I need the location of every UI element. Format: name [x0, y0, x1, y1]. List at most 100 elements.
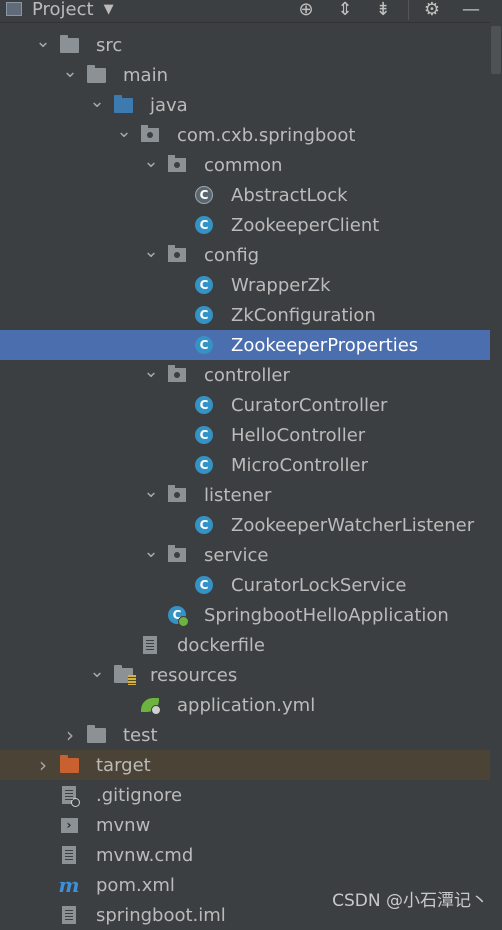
class-icon: C — [194, 275, 214, 295]
tree-item-label: com.cxb.springboot — [177, 124, 356, 146]
chevron-down-icon[interactable]: ⌄ — [89, 661, 104, 682]
tree-item-springboothelloapplication[interactable]: C SpringbootHelloApplication — [0, 600, 490, 630]
tree-item-config[interactable]: ⌄ config — [0, 240, 490, 270]
tree-item-label: java — [150, 94, 188, 116]
tree-item-wrapperzk[interactable]: C WrapperZk — [0, 270, 490, 300]
shell-script-icon: › — [59, 815, 79, 835]
tree-item-label: AbstractLock — [231, 184, 348, 206]
project-view-title: Project — [32, 0, 94, 20]
tree-item-hellocontroller[interactable]: C HelloController — [0, 420, 490, 450]
tree-item-label: ZookeeperProperties — [231, 334, 419, 356]
tree-item-label: config — [204, 244, 260, 266]
tree-item-main[interactable]: ⌄ main — [0, 60, 490, 90]
tree-item-label: CuratorController — [231, 394, 388, 416]
chevron-down-icon[interactable]: ⌄ — [143, 151, 158, 172]
collapse-all-icon[interactable]: ⇟ — [371, 0, 395, 21]
minimize-icon[interactable]: — — [459, 0, 483, 21]
resources-folder-icon — [113, 664, 136, 685]
package-icon — [167, 365, 187, 385]
gear-icon[interactable]: ⚙ — [420, 0, 444, 21]
chevron-down-icon[interactable]: ⌄ — [62, 61, 77, 82]
source-folder-icon — [113, 94, 133, 115]
tree-item-mvnw[interactable]: › mvnw — [0, 810, 490, 840]
class-icon: C — [194, 395, 214, 415]
class-icon: C — [194, 335, 214, 355]
tree-item-zookeeperclient[interactable]: C ZookeeperClient — [0, 210, 490, 240]
package-icon — [167, 245, 187, 265]
tree-item-microcontroller[interactable]: C MicroController — [0, 450, 490, 480]
chevron-down-icon[interactable]: ⌄ — [143, 361, 158, 382]
tree-item-resources[interactable]: ⌄ resources — [0, 660, 490, 690]
tree-item-label: common — [204, 154, 283, 176]
chevron-down-icon[interactable]: ⌄ — [89, 91, 104, 112]
chevron-down-icon[interactable]: ⌄ — [35, 31, 50, 52]
text-file-icon — [140, 635, 160, 655]
tree-item-application-yml[interactable]: application.yml — [0, 690, 490, 720]
tree-item-label: SpringbootHelloApplication — [204, 604, 449, 626]
chevron-down-icon[interactable]: ⌄ — [143, 541, 158, 562]
tree-item-label: HelloController — [231, 424, 366, 446]
abstract-class-icon: C — [194, 185, 214, 205]
chevron-right-icon[interactable]: › — [36, 753, 50, 777]
tree-item-controller[interactable]: ⌄ controller — [0, 360, 490, 390]
tree-item-target[interactable]: › target — [0, 750, 490, 780]
tree-item-label: ZkConfiguration — [231, 304, 376, 326]
class-icon: C — [194, 425, 214, 445]
tree-item-label: main — [123, 64, 168, 86]
project-view-selector[interactable]: Project ▼ — [6, 0, 114, 21]
project-toolbar: Project ▼ ⊕ ⇕ ⇟ ⚙ — — [0, 0, 490, 23]
tree-item-label: CuratorLockService — [231, 574, 407, 596]
tree-item-label: ZookeeperWatcherListener — [231, 514, 475, 536]
tree-item-dockerfile[interactable]: dockerfile — [0, 630, 490, 660]
project-icon — [6, 2, 22, 16]
ignore-file-icon — [59, 785, 80, 807]
tree-item-listener[interactable]: ⌄ listener — [0, 480, 490, 510]
tree-item-test[interactable]: › test — [0, 720, 490, 750]
chevron-down-icon[interactable]: ⌄ — [143, 481, 158, 502]
tree-item-label: pom.xml — [96, 874, 175, 896]
tree-item-label: target — [96, 754, 151, 776]
tree-item-mvnw-cmd[interactable]: mvnw.cmd — [0, 840, 490, 870]
tree-item-src[interactable]: ⌄ src — [0, 30, 490, 60]
chevron-right-icon[interactable]: › — [63, 723, 77, 747]
tree-item-label: mvnw — [96, 814, 151, 836]
tree-item-zookeeperwatcherlistener[interactable]: C ZookeeperWatcherListener — [0, 510, 490, 540]
tree-item-gitignore[interactable]: .gitignore — [0, 780, 490, 810]
tree-item-label: WrapperZk — [231, 274, 331, 296]
expand-all-icon[interactable]: ⇕ — [333, 0, 357, 21]
chevron-down-icon[interactable]: ⌄ — [143, 241, 158, 262]
tree-item-label: mvnw.cmd — [96, 844, 194, 866]
watermark: CSDN @小石潭记丶 — [332, 891, 488, 911]
folder-icon — [86, 64, 106, 85]
package-icon — [167, 155, 187, 175]
package-icon — [167, 485, 187, 505]
project-tree: ⌄ src ⌄ main ⌄ java ⌄ com.cxb.springboot ⌄ common… — [0, 30, 490, 930]
tree-item-label: ZookeeperClient — [231, 214, 380, 236]
spring-boot-class-icon: C — [167, 605, 189, 627]
tree-item-abstractlock[interactable]: C AbstractLock — [0, 180, 490, 210]
toolbar-divider — [408, 0, 409, 20]
tree-item-label: MicroController — [231, 454, 368, 476]
folder-icon — [86, 724, 106, 745]
tree-item-service[interactable]: ⌄ service — [0, 540, 490, 570]
tree-item-label: controller — [204, 364, 290, 386]
tree-item-java[interactable]: ⌄ java — [0, 90, 490, 120]
locate-icon[interactable]: ⊕ — [294, 0, 318, 21]
tree-item-label: src — [96, 34, 123, 56]
tree-item-label: application.yml — [177, 694, 316, 716]
tree-item-com-cxb-springboot[interactable]: ⌄ com.cxb.springboot — [0, 120, 490, 150]
scrollbar-thumb[interactable] — [491, 26, 501, 74]
excluded-folder-icon — [59, 754, 79, 775]
maven-icon: m — [58, 873, 80, 897]
tree-item-label: test — [123, 724, 158, 746]
tree-item-curatorlockservice[interactable]: C CuratorLockService — [0, 570, 490, 600]
tree-item-common[interactable]: ⌄ common — [0, 150, 490, 180]
vertical-scrollbar[interactable] — [490, 0, 502, 917]
chevron-down-icon[interactable]: ⌄ — [116, 121, 131, 142]
tree-item-zkconfiguration[interactable]: C ZkConfiguration — [0, 300, 490, 330]
tree-item-zookeeperproperties[interactable]: C ZookeeperProperties — [0, 330, 490, 360]
spring-config-icon — [140, 695, 161, 715]
tree-item-curatorcontroller[interactable]: C CuratorController — [0, 390, 490, 420]
class-icon: C — [194, 305, 214, 325]
class-icon: C — [194, 575, 214, 595]
